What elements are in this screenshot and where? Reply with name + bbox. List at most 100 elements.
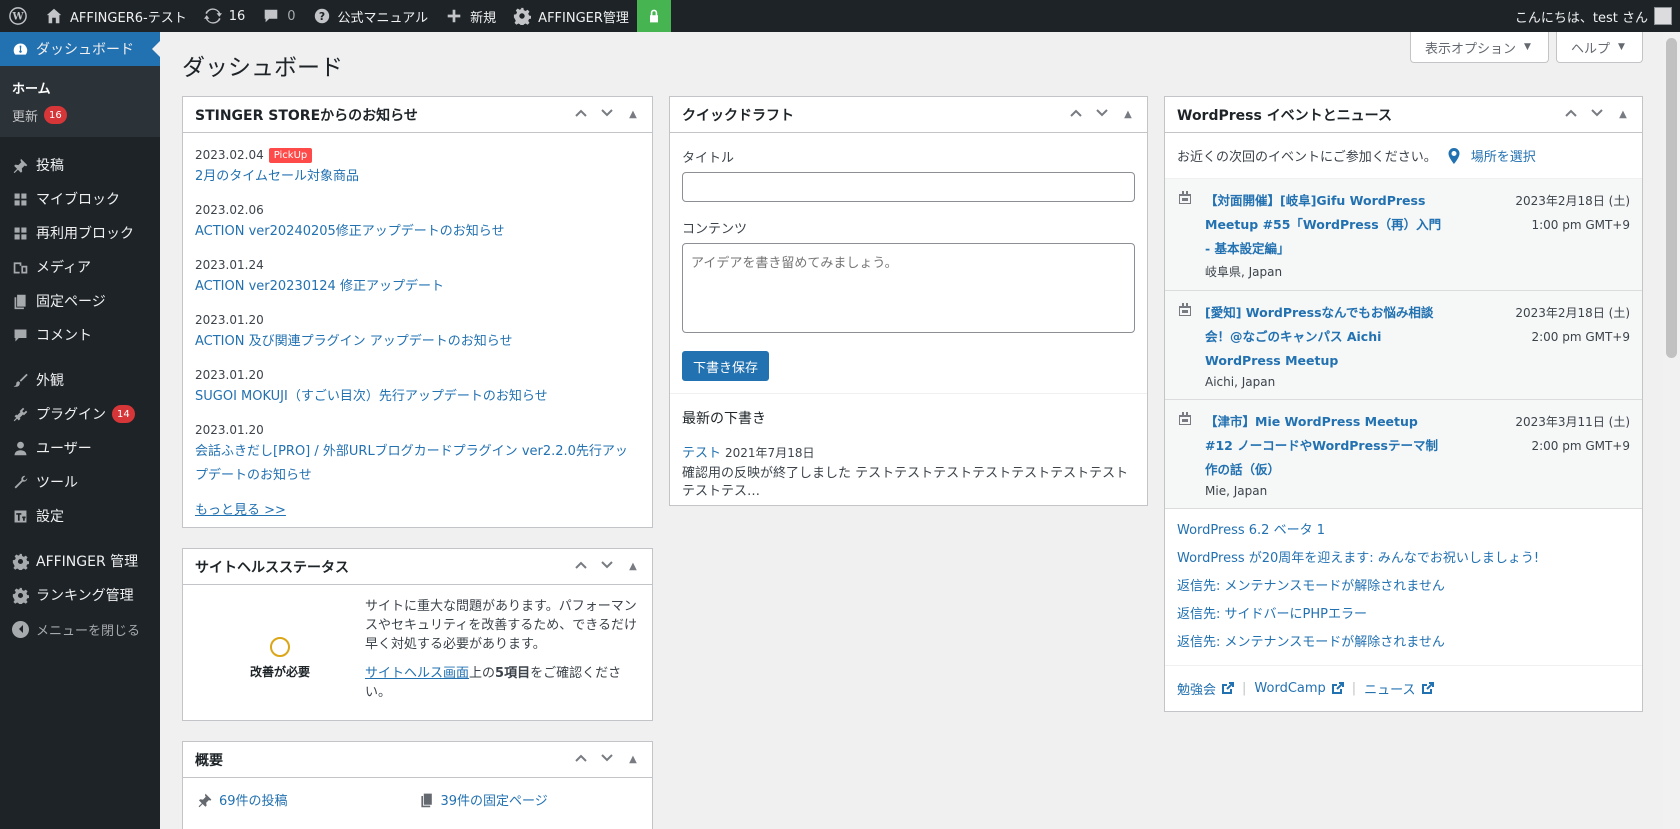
meetups-link[interactable]: 勉強会 [1177, 679, 1235, 698]
move-up-button[interactable] [568, 751, 594, 769]
toggle-panel-button[interactable]: ▲ [620, 561, 646, 572]
event-title-link[interactable]: [愛知] WordPressなんでもお悩み相談会！@なごのキャンパス Aichi… [1205, 301, 1450, 373]
menu-posts[interactable]: 投稿 [0, 148, 160, 182]
recent-drafts: 最新の下書き テスト 2021年7月18日 確認用の反映が終了しました テストテス… [670, 393, 1147, 513]
list-item: 2023.01.20 ACTION 及び関連プラグイン アップデートのお知らせ [195, 310, 640, 354]
draft-title-link[interactable]: テスト [682, 446, 721, 461]
lock-button[interactable] [636, 0, 671, 32]
wordpress-logo-button[interactable]: W [0, 0, 36, 32]
move-up-button[interactable] [568, 106, 594, 124]
site-name-link[interactable]: AFFINGER6-テスト [36, 0, 195, 32]
user-icon [10, 438, 30, 458]
location-pin-icon [1448, 147, 1460, 164]
content-label: コンテンツ [682, 222, 748, 237]
toggle-panel-button[interactable]: ▲ [620, 754, 646, 765]
toggle-panel-button[interactable]: ▲ [1610, 109, 1636, 120]
gear-icon [10, 585, 30, 605]
move-down-button[interactable] [594, 106, 620, 124]
menu-reusable-blocks[interactable]: 再利用ブロック [0, 216, 160, 250]
news-link[interactable]: 会話ふきだし[PRO] / 外部URLブログカードプラグイン ver2.2.0先… [195, 440, 640, 488]
news-link[interactable]: 2月のタイムセール対象商品 [195, 165, 640, 189]
menu-affinger-admin[interactable]: AFFINGER 管理 [0, 544, 160, 578]
collapse-menu-button[interactable]: メニューを閉じる [0, 612, 160, 646]
external-link-icon [1421, 682, 1434, 694]
event-title-link[interactable]: 【対面開催】[岐阜]Gifu WordPress Meetup #55「Word… [1205, 189, 1450, 261]
comments-link[interactable]: 0 [253, 0, 303, 32]
submenu-updates[interactable]: 更新 16 [0, 101, 160, 129]
menu-tools-label: ツール [36, 475, 78, 491]
menu-affinger-admin-label: AFFINGER 管理 [36, 554, 139, 570]
updates-link[interactable]: 16 [195, 0, 254, 32]
news-link[interactable]: ACTION 及び関連プラグイン アップデートのお知らせ [195, 330, 640, 354]
my-account[interactable]: こんにちは、test さん [1515, 7, 1680, 26]
pages-count-link[interactable]: 39件の固定ページ [441, 790, 548, 809]
plugins-badge: 14 [112, 405, 135, 423]
news-link[interactable]: 返信先: メンテナンスモードが解除されません [1177, 629, 1630, 657]
move-down-button[interactable] [1089, 106, 1115, 124]
site-health-link[interactable]: サイトヘルス画面 [365, 666, 469, 681]
pickup-badge: PickUp [268, 147, 313, 163]
health-status: 改善が必要 [249, 665, 310, 679]
triangle-down-icon: ▼ [1618, 42, 1625, 52]
news-link[interactable]: 返信先: サイドバーにPHPエラー [1177, 601, 1630, 629]
affinger-admin-link[interactable]: AFFINGER管理 [504, 0, 637, 32]
menu-media-label: メディア [36, 260, 92, 276]
scrollbar-thumb[interactable] [1666, 38, 1677, 358]
page-scrollbar[interactable] [1663, 32, 1680, 829]
new-content-link[interactable]: 新規 [436, 0, 504, 32]
menu-separator [0, 352, 160, 363]
draft-content-textarea[interactable] [682, 243, 1135, 333]
manual-link[interactable]: ? 公式マニュアル [304, 0, 437, 32]
menu-settings[interactable]: 設定 [0, 499, 160, 533]
menu-ranking-admin[interactable]: ランキング管理 [0, 578, 160, 612]
event-time: 2:00 pm GMT+9 [1531, 439, 1630, 453]
event-title-link[interactable]: 【津市】Mie WordPress Meetup #12 ノーコードやWordP… [1205, 410, 1450, 482]
postbox-controls: ▲ [568, 106, 652, 124]
comments-count: 0 [287, 8, 296, 24]
menu-plugins[interactable]: プラグイン 14 [0, 397, 160, 431]
wordcamp-link[interactable]: WordCamp [1254, 681, 1344, 696]
news-link[interactable]: 返信先: メンテナンスモードが解除されません [1177, 573, 1630, 601]
menu-dashboard[interactable]: ダッシュボード [0, 32, 160, 66]
select-location-link[interactable]: 場所を選択 [1471, 146, 1536, 165]
menu-separator [0, 137, 160, 148]
toggle-panel-button[interactable]: ▲ [1115, 109, 1141, 120]
move-up-button[interactable] [568, 558, 594, 576]
posts-count-link[interactable]: 69件の投稿 [219, 790, 288, 809]
move-down-button[interactable] [1584, 106, 1610, 124]
submenu-home[interactable]: ホーム [0, 73, 160, 101]
svg-text:?: ? [318, 10, 324, 23]
list-item: 2023.02.04 PickUp 2月のタイムセール対象商品 [195, 145, 640, 189]
screen-options-button[interactable]: 表示オプション ▼ [1410, 32, 1549, 63]
move-down-button[interactable] [594, 558, 620, 576]
move-up-button[interactable] [1558, 106, 1584, 124]
menu-appearance[interactable]: 外観 [0, 363, 160, 397]
news-link[interactable]: WordPress が20周年を迎えます: みんなでお祝いしましょう! [1177, 545, 1630, 573]
affinger-admin-label: AFFINGER管理 [538, 10, 629, 26]
screen-options-label: 表示オプション [1425, 41, 1517, 57]
menu-media[interactable]: メディア [0, 250, 160, 284]
recent-drafts-heading: 最新の下書き [682, 411, 766, 427]
draft-title-input[interactable] [682, 172, 1135, 202]
menu-comments-label: コメント [36, 328, 92, 344]
menu-tools[interactable]: ツール [0, 465, 160, 499]
news-link[interactable]: WordPress 6.2 ベータ 1 [1177, 517, 1630, 545]
move-up-button[interactable] [1063, 106, 1089, 124]
menu-users[interactable]: ユーザー [0, 431, 160, 465]
event-time: 1:00 pm GMT+9 [1531, 218, 1630, 232]
page-icon [10, 291, 30, 311]
menu-pages[interactable]: 固定ページ [0, 284, 160, 318]
menu-my-block[interactable]: マイブロック [0, 182, 160, 216]
meetup-icon [1177, 191, 1193, 205]
toggle-panel-button[interactable]: ▲ [620, 109, 646, 120]
save-draft-button[interactable]: 下書き保存 [682, 351, 770, 381]
news-link[interactable]: ACTION ver20240205修正アップデートのお知らせ [195, 220, 640, 244]
chevron-up-icon [1070, 109, 1082, 117]
news-footer-link[interactable]: ニュース [1364, 679, 1434, 698]
news-link[interactable]: SUGOI MOKUJI（すごい目次）先行アップデートのお知らせ [195, 385, 640, 409]
help-button[interactable]: ヘルプ ▼ [1556, 32, 1643, 63]
more-link[interactable]: もっと見る >> [195, 499, 640, 518]
move-down-button[interactable] [594, 751, 620, 769]
menu-comments[interactable]: コメント [0, 318, 160, 352]
news-link[interactable]: ACTION ver20230124 修正アップデート [195, 275, 640, 299]
